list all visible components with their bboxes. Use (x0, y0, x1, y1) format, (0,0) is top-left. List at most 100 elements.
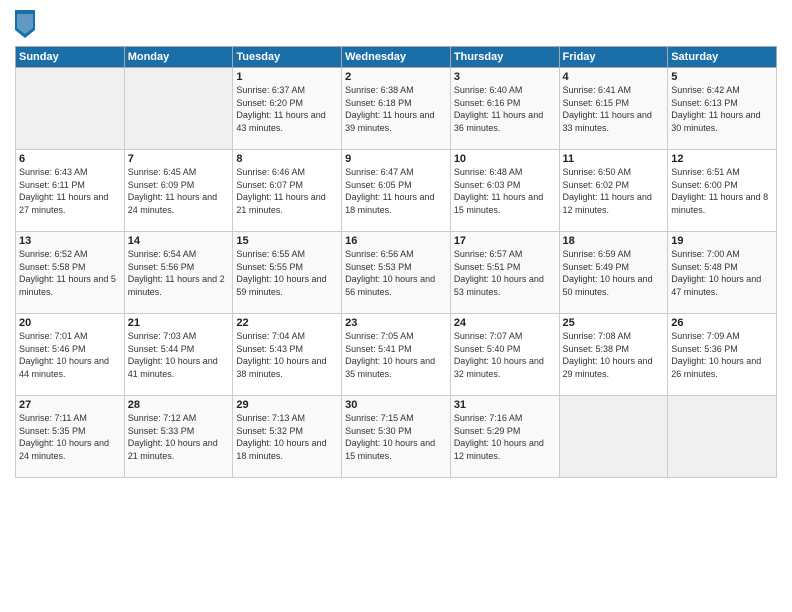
cell-info: Sunrise: 6:59 AMSunset: 5:49 PMDaylight:… (563, 248, 665, 298)
day-cell: 21Sunrise: 7:03 AMSunset: 5:44 PMDayligh… (124, 314, 233, 396)
day-number: 1 (236, 71, 338, 83)
calendar-table: SundayMondayTuesdayWednesdayThursdayFrid… (15, 46, 777, 478)
cell-info: Sunrise: 6:57 AMSunset: 5:51 PMDaylight:… (454, 248, 556, 298)
weekday-header-row: SundayMondayTuesdayWednesdayThursdayFrid… (16, 47, 777, 68)
day-cell: 19Sunrise: 7:00 AMSunset: 5:48 PMDayligh… (668, 232, 777, 314)
week-row-4: 20Sunrise: 7:01 AMSunset: 5:46 PMDayligh… (16, 314, 777, 396)
day-number: 5 (671, 71, 773, 83)
day-number: 20 (19, 317, 121, 329)
cell-info: Sunrise: 7:08 AMSunset: 5:38 PMDaylight:… (563, 330, 665, 380)
day-number: 21 (128, 317, 230, 329)
cell-info: Sunrise: 6:47 AMSunset: 6:05 PMDaylight:… (345, 166, 447, 216)
day-number: 23 (345, 317, 447, 329)
logo-icon (15, 10, 35, 38)
day-number: 14 (128, 235, 230, 247)
header (15, 10, 777, 38)
day-number: 15 (236, 235, 338, 247)
day-cell: 8Sunrise: 6:46 AMSunset: 6:07 PMDaylight… (233, 150, 342, 232)
cell-info: Sunrise: 6:42 AMSunset: 6:13 PMDaylight:… (671, 84, 773, 134)
day-cell: 30Sunrise: 7:15 AMSunset: 5:30 PMDayligh… (342, 396, 451, 478)
day-number: 11 (563, 153, 665, 165)
day-number: 9 (345, 153, 447, 165)
day-number: 18 (563, 235, 665, 247)
day-number: 27 (19, 399, 121, 411)
cell-info: Sunrise: 6:46 AMSunset: 6:07 PMDaylight:… (236, 166, 338, 216)
day-cell: 26Sunrise: 7:09 AMSunset: 5:36 PMDayligh… (668, 314, 777, 396)
day-number: 31 (454, 399, 556, 411)
day-cell: 7Sunrise: 6:45 AMSunset: 6:09 PMDaylight… (124, 150, 233, 232)
cell-info: Sunrise: 7:05 AMSunset: 5:41 PMDaylight:… (345, 330, 447, 380)
weekday-saturday: Saturday (668, 47, 777, 68)
day-cell: 15Sunrise: 6:55 AMSunset: 5:55 PMDayligh… (233, 232, 342, 314)
day-cell (124, 68, 233, 150)
day-cell: 13Sunrise: 6:52 AMSunset: 5:58 PMDayligh… (16, 232, 125, 314)
day-cell: 5Sunrise: 6:42 AMSunset: 6:13 PMDaylight… (668, 68, 777, 150)
day-cell: 10Sunrise: 6:48 AMSunset: 6:03 PMDayligh… (450, 150, 559, 232)
day-cell: 16Sunrise: 6:56 AMSunset: 5:53 PMDayligh… (342, 232, 451, 314)
cell-info: Sunrise: 7:00 AMSunset: 5:48 PMDaylight:… (671, 248, 773, 298)
cell-info: Sunrise: 6:52 AMSunset: 5:58 PMDaylight:… (19, 248, 121, 298)
cell-info: Sunrise: 7:16 AMSunset: 5:29 PMDaylight:… (454, 412, 556, 462)
week-row-1: 1Sunrise: 6:37 AMSunset: 6:20 PMDaylight… (16, 68, 777, 150)
cell-info: Sunrise: 6:37 AMSunset: 6:20 PMDaylight:… (236, 84, 338, 134)
cell-info: Sunrise: 7:13 AMSunset: 5:32 PMDaylight:… (236, 412, 338, 462)
day-cell: 14Sunrise: 6:54 AMSunset: 5:56 PMDayligh… (124, 232, 233, 314)
cell-info: Sunrise: 6:41 AMSunset: 6:15 PMDaylight:… (563, 84, 665, 134)
day-cell: 22Sunrise: 7:04 AMSunset: 5:43 PMDayligh… (233, 314, 342, 396)
weekday-sunday: Sunday (16, 47, 125, 68)
cell-info: Sunrise: 7:11 AMSunset: 5:35 PMDaylight:… (19, 412, 121, 462)
day-cell: 4Sunrise: 6:41 AMSunset: 6:15 PMDaylight… (559, 68, 668, 150)
weekday-monday: Monday (124, 47, 233, 68)
cell-info: Sunrise: 7:15 AMSunset: 5:30 PMDaylight:… (345, 412, 447, 462)
day-cell: 9Sunrise: 6:47 AMSunset: 6:05 PMDaylight… (342, 150, 451, 232)
logo (15, 10, 39, 38)
day-cell: 1Sunrise: 6:37 AMSunset: 6:20 PMDaylight… (233, 68, 342, 150)
cell-info: Sunrise: 7:03 AMSunset: 5:44 PMDaylight:… (128, 330, 230, 380)
day-number: 17 (454, 235, 556, 247)
day-number: 10 (454, 153, 556, 165)
day-number: 29 (236, 399, 338, 411)
weekday-friday: Friday (559, 47, 668, 68)
day-number: 30 (345, 399, 447, 411)
weekday-wednesday: Wednesday (342, 47, 451, 68)
day-number: 19 (671, 235, 773, 247)
day-number: 16 (345, 235, 447, 247)
day-cell (16, 68, 125, 150)
cell-info: Sunrise: 6:45 AMSunset: 6:09 PMDaylight:… (128, 166, 230, 216)
day-cell: 3Sunrise: 6:40 AMSunset: 6:16 PMDaylight… (450, 68, 559, 150)
day-cell: 2Sunrise: 6:38 AMSunset: 6:18 PMDaylight… (342, 68, 451, 150)
day-number: 6 (19, 153, 121, 165)
day-cell: 17Sunrise: 6:57 AMSunset: 5:51 PMDayligh… (450, 232, 559, 314)
day-cell: 12Sunrise: 6:51 AMSunset: 6:00 PMDayligh… (668, 150, 777, 232)
day-number: 22 (236, 317, 338, 329)
day-number: 3 (454, 71, 556, 83)
day-number: 4 (563, 71, 665, 83)
day-number: 24 (454, 317, 556, 329)
cell-info: Sunrise: 6:51 AMSunset: 6:00 PMDaylight:… (671, 166, 773, 216)
day-cell: 11Sunrise: 6:50 AMSunset: 6:02 PMDayligh… (559, 150, 668, 232)
cell-info: Sunrise: 7:07 AMSunset: 5:40 PMDaylight:… (454, 330, 556, 380)
cell-info: Sunrise: 6:43 AMSunset: 6:11 PMDaylight:… (19, 166, 121, 216)
day-cell: 24Sunrise: 7:07 AMSunset: 5:40 PMDayligh… (450, 314, 559, 396)
day-number: 26 (671, 317, 773, 329)
day-cell (559, 396, 668, 478)
cell-info: Sunrise: 6:54 AMSunset: 5:56 PMDaylight:… (128, 248, 230, 298)
cell-info: Sunrise: 6:55 AMSunset: 5:55 PMDaylight:… (236, 248, 338, 298)
cell-info: Sunrise: 6:38 AMSunset: 6:18 PMDaylight:… (345, 84, 447, 134)
day-number: 13 (19, 235, 121, 247)
cell-info: Sunrise: 6:40 AMSunset: 6:16 PMDaylight:… (454, 84, 556, 134)
day-cell: 25Sunrise: 7:08 AMSunset: 5:38 PMDayligh… (559, 314, 668, 396)
cell-info: Sunrise: 7:09 AMSunset: 5:36 PMDaylight:… (671, 330, 773, 380)
weekday-thursday: Thursday (450, 47, 559, 68)
day-cell: 18Sunrise: 6:59 AMSunset: 5:49 PMDayligh… (559, 232, 668, 314)
cell-info: Sunrise: 6:56 AMSunset: 5:53 PMDaylight:… (345, 248, 447, 298)
day-cell: 23Sunrise: 7:05 AMSunset: 5:41 PMDayligh… (342, 314, 451, 396)
day-number: 25 (563, 317, 665, 329)
day-number: 8 (236, 153, 338, 165)
day-cell: 27Sunrise: 7:11 AMSunset: 5:35 PMDayligh… (16, 396, 125, 478)
day-number: 12 (671, 153, 773, 165)
day-cell: 29Sunrise: 7:13 AMSunset: 5:32 PMDayligh… (233, 396, 342, 478)
cell-info: Sunrise: 6:48 AMSunset: 6:03 PMDaylight:… (454, 166, 556, 216)
day-cell: 20Sunrise: 7:01 AMSunset: 5:46 PMDayligh… (16, 314, 125, 396)
day-cell: 6Sunrise: 6:43 AMSunset: 6:11 PMDaylight… (16, 150, 125, 232)
